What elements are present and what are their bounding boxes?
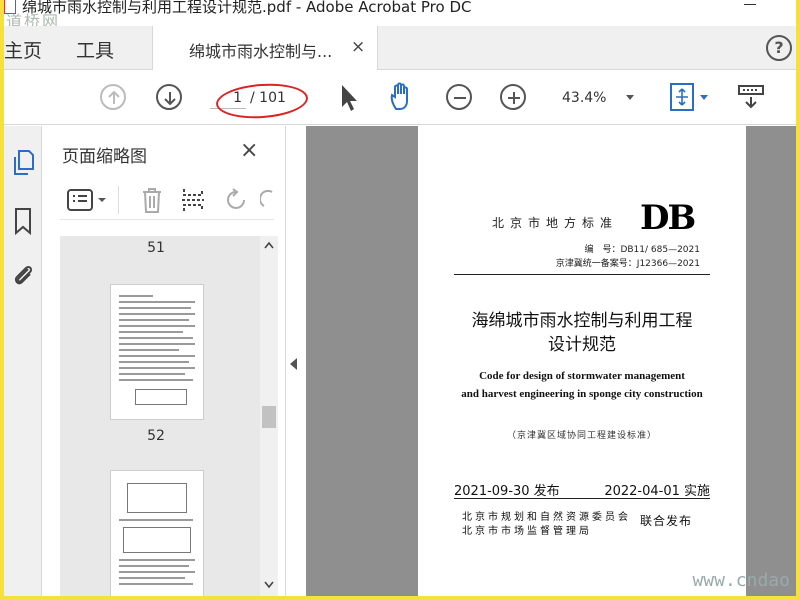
- tab-tools[interactable]: 工具: [76, 36, 114, 63]
- extract-pages-icon[interactable]: [180, 186, 206, 214]
- footer-rule: [454, 498, 710, 499]
- arrow-up-circle-icon: [108, 90, 120, 104]
- standard-code: 编 号：DB11/ 685—2021: [584, 245, 700, 255]
- issuer-2: 北京市市场监督管理局: [462, 526, 592, 537]
- document-viewport[interactable]: 北京市地方标准 DB 编 号：DB11/ 685—2021 京津冀统一备案号：J…: [306, 126, 796, 596]
- pdf-page: 北京市地方标准 DB 编 号：DB11/ 685—2021 京津冀统一备案号：J…: [418, 126, 746, 596]
- record-number: 京津冀统一备案号：J12366—2021: [555, 259, 700, 269]
- thumbnail-toolbar: [60, 180, 274, 220]
- page-thumbnail[interactable]: [110, 470, 204, 596]
- close-panel-button[interactable]: ×: [240, 138, 258, 163]
- thumbnail-page-number: 52: [147, 428, 165, 444]
- thumbnail-list[interactable]: 51 52: [60, 236, 276, 596]
- options-menu-icon[interactable]: [66, 188, 110, 212]
- thumbnail-panel-title: 页面缩略图: [62, 147, 147, 167]
- arrow-down-circle-icon: [164, 92, 176, 106]
- thumbnail-panel: 页面缩略图 × 51 52: [44, 126, 286, 596]
- next-page-button[interactable]: [156, 84, 182, 110]
- page-thumbnail[interactable]: [110, 284, 204, 420]
- zoom-in-button[interactable]: [500, 84, 526, 110]
- thumbnail-scrollbar[interactable]: [260, 236, 278, 596]
- tab-home[interactable]: 主页: [4, 36, 42, 63]
- delete-icon[interactable]: [140, 186, 164, 214]
- window-title: 绵城市雨水控制与利用工程设计规范.pdf - Adobe Acrobat Pro…: [22, 0, 472, 16]
- document-title-line2: 设计规范: [548, 335, 616, 355]
- standard-type: 北京市地方标准: [492, 216, 619, 230]
- zoom-out-button[interactable]: [446, 84, 472, 110]
- acrobat-window: 绵城市雨水控制与利用工程设计规范.pdf - Adobe Acrobat Pro…: [4, 0, 796, 596]
- close-tab-button[interactable]: ×: [351, 37, 365, 57]
- zoom-level[interactable]: 43.4%: [562, 90, 606, 106]
- zoom-dropdown-caret[interactable]: [626, 95, 634, 100]
- toolbar-divider: [118, 186, 119, 214]
- scroll-down-icon[interactable]: [263, 580, 275, 590]
- minimize-button[interactable]: [744, 4, 756, 5]
- publish-date: 2021-09-30 发布: [454, 484, 560, 499]
- zoom-in-icon: [508, 92, 520, 104]
- rotate-icon[interactable]: [224, 186, 250, 214]
- previous-page-button[interactable]: [100, 84, 126, 110]
- attachment-icon[interactable]: [10, 260, 36, 290]
- fit-page-icon[interactable]: [668, 81, 712, 113]
- english-title-line1: Code for design of stormwater management: [479, 370, 685, 382]
- tab-document-label: 绵城市雨水控制与...: [189, 42, 333, 61]
- site-watermark: www.cndao: [692, 570, 790, 591]
- effective-date: 2022-04-01 实施: [604, 484, 710, 499]
- tab-document[interactable]: 绵城市雨水控制与... ×: [152, 26, 378, 70]
- header-rule: [454, 274, 710, 275]
- tab-bar: 主页 工具 绵城市雨水控制与... × ?: [4, 26, 796, 70]
- db-logo: DB: [640, 198, 696, 238]
- scroll-up-icon[interactable]: [263, 240, 275, 250]
- thumbnail-page-number: 51: [147, 240, 165, 256]
- collapse-panel-icon[interactable]: [290, 358, 297, 370]
- joint-publish: 联合发布: [640, 514, 693, 528]
- zoom-out-icon: [454, 97, 466, 99]
- document-subtitle: （京津冀区域协同工程建设标准）: [506, 431, 657, 441]
- select-pointer-icon[interactable]: [338, 83, 360, 113]
- hand-icon[interactable]: [388, 81, 418, 113]
- help-button[interactable]: ?: [766, 35, 792, 61]
- title-bar: 绵城市雨水控制与利用工程设计规范.pdf - Adobe Acrobat Pro…: [4, 0, 796, 31]
- page-thumbnails-icon[interactable]: [10, 148, 36, 178]
- scrollbar-thumb[interactable]: [262, 406, 276, 428]
- english-title-line2: and harvest engineering in sponge city c…: [461, 388, 703, 400]
- read-mode-icon[interactable]: [736, 83, 766, 111]
- toolbar: 1 / 101 43.4%: [4, 71, 796, 125]
- left-navigation-strip: [4, 126, 42, 596]
- document-title-line1: 海绵城市雨水控制与利用工程: [471, 311, 693, 331]
- bookmark-icon[interactable]: [10, 206, 36, 236]
- issuer-1: 北京市规划和自然资源委员会: [462, 512, 631, 523]
- rotate-clockwise-icon[interactable]: [260, 186, 274, 214]
